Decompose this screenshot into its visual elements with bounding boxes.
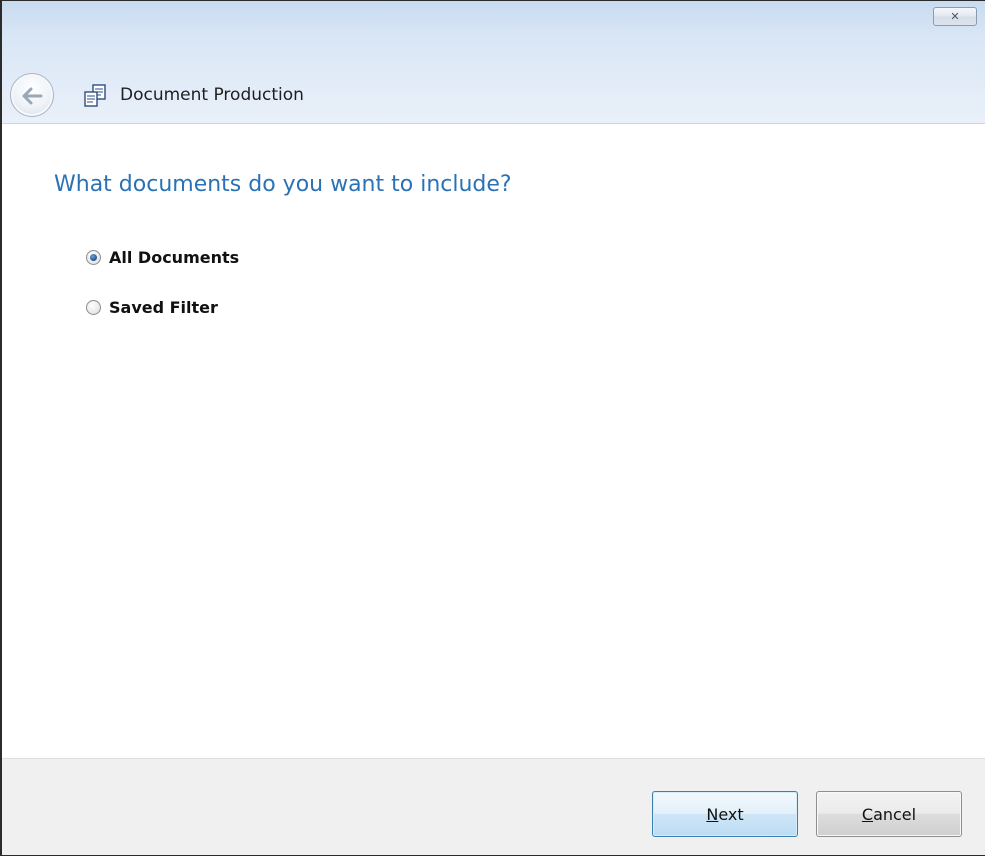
document-production-icon <box>82 83 108 109</box>
option-label: Saved Filter <box>109 298 218 317</box>
next-accelerator: N <box>706 804 719 824</box>
title-bar: ✕ <box>2 1 985 67</box>
wizard-content: What documents do you want to include? A… <box>2 124 985 758</box>
next-button[interactable]: Next <box>652 791 798 837</box>
back-arrow-icon <box>22 87 43 105</box>
option-saved-filter[interactable]: Saved Filter <box>86 298 218 317</box>
cancel-accelerator: C <box>861 804 874 824</box>
back-button[interactable] <box>10 73 54 117</box>
wizard-window: ✕ Document Production What documents do … <box>0 0 985 856</box>
next-label: ext <box>718 804 744 824</box>
radio-saved-filter[interactable] <box>86 300 101 315</box>
radio-all-documents[interactable] <box>86 250 101 265</box>
wizard-title: Document Production <box>120 85 304 105</box>
close-icon: ✕ <box>950 10 960 23</box>
option-label: All Documents <box>109 248 240 267</box>
cancel-label: ancel <box>873 804 917 824</box>
wizard-header: Document Production <box>2 67 985 124</box>
page-heading: What documents do you want to include? <box>54 172 512 197</box>
option-all-documents[interactable]: All Documents <box>86 248 239 267</box>
wizard-footer: Next Cancel <box>2 758 985 855</box>
close-button[interactable]: ✕ <box>933 7 977 26</box>
cancel-button[interactable]: Cancel <box>816 791 962 837</box>
